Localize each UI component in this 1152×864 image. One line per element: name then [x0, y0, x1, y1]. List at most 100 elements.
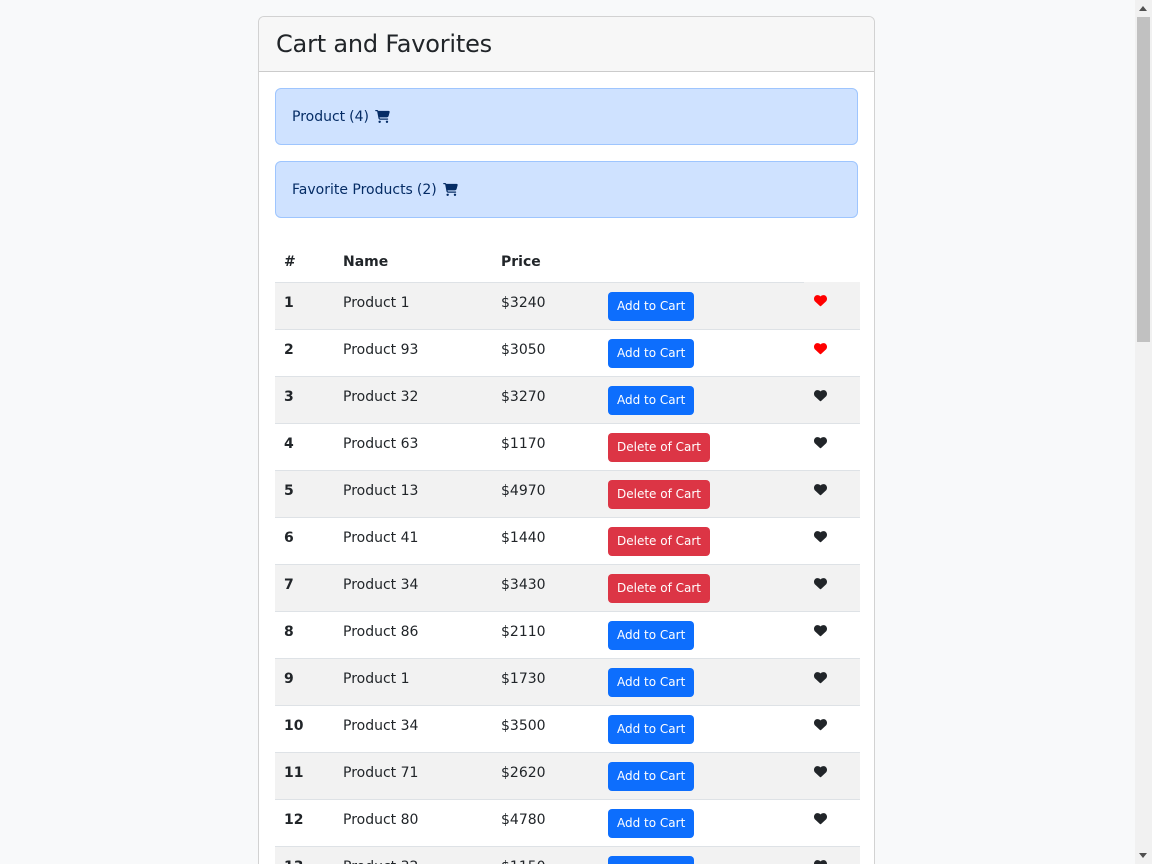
scroll-thumb[interactable] [1137, 17, 1150, 342]
favorites-alert-label: Favorite Products [292, 181, 413, 198]
product-name: Product 34 [334, 564, 492, 612]
product-price: $2620 [492, 752, 599, 800]
product-price: $3500 [492, 705, 599, 753]
add-to-cart-button[interactable]: Add to Cart [608, 291, 695, 321]
heart-icon[interactable] [813, 530, 828, 543]
scroll-up-icon[interactable] [1139, 6, 1147, 11]
row-index: 4 [275, 423, 334, 471]
cart-icon [375, 110, 390, 123]
cart-favorites-card: Cart and Favorites Product (4) Favorite … [258, 16, 875, 864]
products-alert[interactable]: Product (4) [275, 88, 858, 145]
row-index: 7 [275, 564, 334, 612]
delete-from-cart-button[interactable]: Delete of Cart [608, 573, 710, 603]
table-row: 7 Product 34 $3430 Delete of Cart [275, 564, 860, 612]
page-scrollbar[interactable] [1135, 0, 1152, 864]
table-row: 12 Product 80 $4780 Add to Cart [275, 799, 860, 847]
action-cell: Add to Cart [599, 799, 804, 847]
action-cell: Add to Cart [599, 705, 804, 753]
add-to-cart-button[interactable]: Add to Cart [608, 808, 695, 838]
action-cell: Delete of Cart [599, 423, 804, 471]
action-cell: Delete of Cart [599, 564, 804, 612]
delete-from-cart-button[interactable]: Delete of Cart [608, 526, 710, 556]
page-title: Cart and Favorites [276, 30, 492, 58]
heart-icon[interactable] [813, 342, 828, 355]
heart-icon[interactable] [813, 812, 828, 825]
page: Cart and Favorites Product (4) Favorite … [0, 0, 1152, 864]
favorites-alert[interactable]: Favorite Products (2) [275, 161, 858, 218]
heart-icon[interactable] [813, 577, 828, 590]
table-row: 6 Product 41 $1440 Delete of Cart [275, 517, 860, 565]
favorite-cell [804, 282, 860, 330]
action-cell: Delete of Cart [599, 470, 804, 518]
action-cell: Delete of Cart [599, 517, 804, 565]
product-price: $1170 [492, 423, 599, 471]
add-to-cart-button[interactable]: Add to Cart [608, 620, 695, 650]
action-cell: Add to Cart [599, 282, 804, 330]
heart-icon[interactable] [813, 859, 828, 864]
product-name: Product 86 [334, 611, 492, 659]
card-header: Cart and Favorites [259, 17, 874, 72]
heart-icon[interactable] [813, 624, 828, 637]
row-index: 12 [275, 799, 334, 847]
action-cell: Add to Cart [599, 658, 804, 706]
product-name: Product 63 [334, 423, 492, 471]
product-price: $4970 [492, 470, 599, 518]
favorite-cell [804, 376, 860, 424]
heart-icon[interactable] [813, 483, 828, 496]
favorite-cell [804, 705, 860, 753]
table-header-row: # Name Price [275, 242, 860, 283]
card-body: Product (4) Favorite Products (2) # Name… [259, 72, 874, 864]
table-row: 9 Product 1 $1730 Add to Cart [275, 658, 860, 706]
add-to-cart-button[interactable]: Add to Cart [608, 338, 695, 368]
heart-icon[interactable] [813, 294, 828, 307]
table-row: 5 Product 13 $4970 Delete of Cart [275, 470, 860, 518]
add-to-cart-button[interactable]: Add to Cart [608, 667, 695, 697]
favorite-cell [804, 799, 860, 847]
heart-icon[interactable] [813, 389, 828, 402]
table-body: 1 Product 1 $3240 Add to Cart 2 Product 93 $30… [275, 282, 860, 864]
product-price: $3430 [492, 564, 599, 612]
add-to-cart-button[interactable]: Add to Cart [608, 385, 695, 415]
favorite-cell [804, 564, 860, 612]
product-price: $4780 [492, 799, 599, 847]
table-row: 8 Product 86 $2110 Add to Cart [275, 611, 860, 659]
product-name: Product 41 [334, 517, 492, 565]
favorite-cell [804, 846, 860, 864]
favorites-count: (2) [416, 181, 437, 198]
add-to-cart-button[interactable]: Add to Cart [608, 761, 695, 791]
product-price: $2110 [492, 611, 599, 659]
add-to-cart-button[interactable]: Add to Cart [608, 855, 695, 864]
product-name: Product 32 [334, 376, 492, 424]
favorite-cell [804, 470, 860, 518]
product-name: Product 80 [334, 799, 492, 847]
row-index: 2 [275, 329, 334, 377]
delete-from-cart-button[interactable]: Delete of Cart [608, 479, 710, 509]
product-name: Product 1 [334, 282, 492, 330]
header-price: Price [492, 242, 599, 283]
product-price: $3240 [492, 282, 599, 330]
heart-icon[interactable] [813, 765, 828, 778]
action-cell: Add to Cart [599, 611, 804, 659]
row-index: 1 [275, 282, 334, 330]
products-alert-label: Product [292, 108, 346, 125]
heart-icon[interactable] [813, 671, 828, 684]
heart-icon[interactable] [813, 718, 828, 731]
row-index: 5 [275, 470, 334, 518]
product-price: $1440 [492, 517, 599, 565]
add-to-cart-button[interactable]: Add to Cart [608, 714, 695, 744]
row-index: 11 [275, 752, 334, 800]
action-cell: Add to Cart [599, 329, 804, 377]
row-index: 13 [275, 846, 334, 864]
heart-icon[interactable] [813, 436, 828, 449]
favorite-cell [804, 517, 860, 565]
table-row: 3 Product 32 $3270 Add to Cart [275, 376, 860, 424]
product-price: $3050 [492, 329, 599, 377]
products-table: # Name Price 1 Product 1 $3240 Add to Cart 2… [275, 242, 860, 864]
scroll-down-icon[interactable] [1139, 853, 1147, 858]
table-row: 1 Product 1 $3240 Add to Cart [275, 282, 860, 330]
products-count: (4) [349, 108, 369, 125]
header-favorite [804, 242, 860, 282]
delete-from-cart-button[interactable]: Delete of Cart [608, 432, 710, 462]
row-index: 10 [275, 705, 334, 753]
product-name: Product 13 [334, 470, 492, 518]
